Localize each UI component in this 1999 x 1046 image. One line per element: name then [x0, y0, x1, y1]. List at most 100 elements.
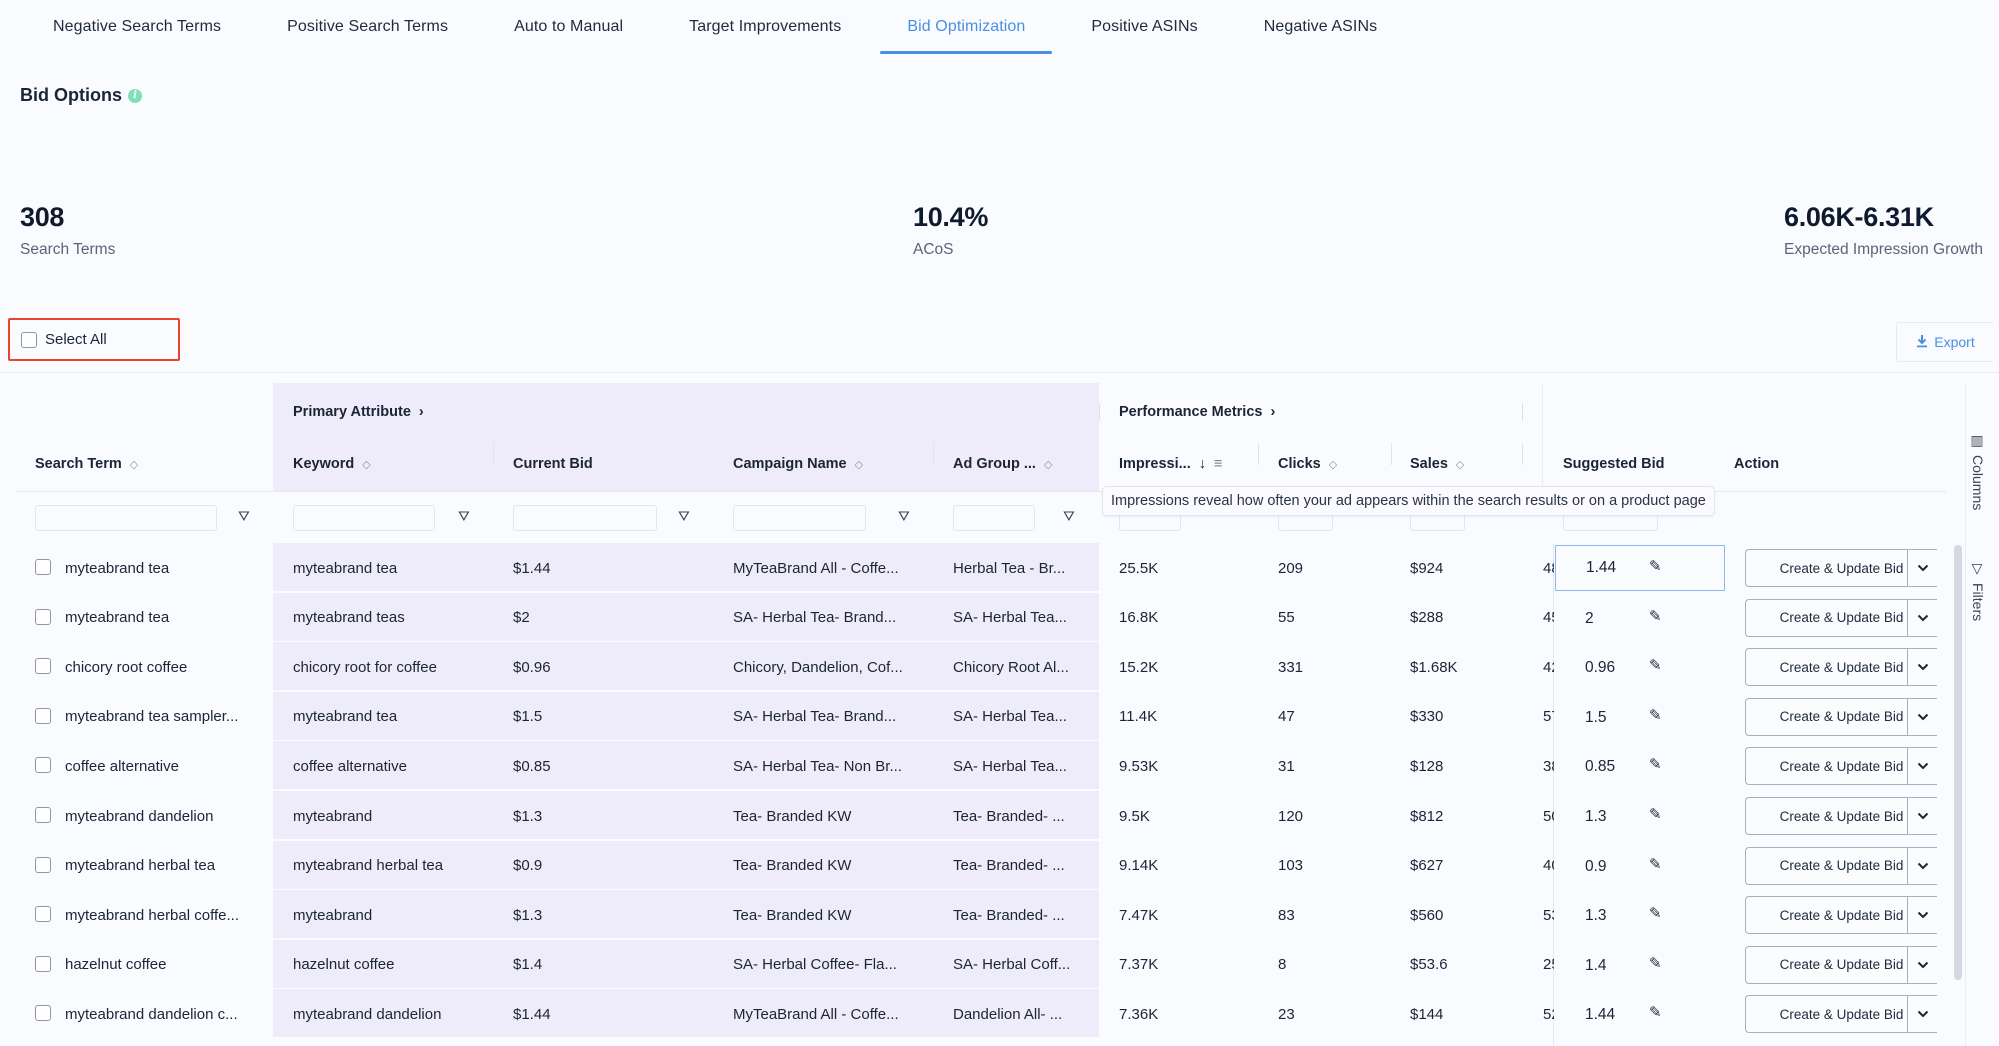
group-primary-attribute[interactable]: Primary Attribute ›	[293, 404, 424, 420]
vertical-scrollbar[interactable]	[1954, 545, 1962, 980]
checkbox-icon[interactable]	[21, 331, 37, 348]
tab-negative-asins[interactable]: Negative ASINs	[1237, 0, 1404, 54]
column-divider[interactable]	[1258, 443, 1259, 465]
tab-positive-search-terms[interactable]: Positive Search Terms	[260, 0, 475, 54]
row-checkbox[interactable]	[35, 658, 51, 675]
filter-input-current-bid[interactable]	[513, 505, 657, 531]
edit-pencil-icon[interactable]: ✎	[1649, 755, 1662, 773]
action-dropdown-button[interactable]	[1907, 697, 1937, 736]
edit-pencil-icon[interactable]: ✎	[1649, 904, 1662, 922]
columns-panel-toggle[interactable]: ▥ Columns	[1970, 433, 1986, 510]
cell-search-term: myteabrand herbal coffe...	[65, 906, 239, 924]
action-dropdown-button[interactable]	[1907, 598, 1937, 637]
header-impressions[interactable]: Impressi... ↓ ≡	[1119, 456, 1222, 472]
header-search-term[interactable]: Search Term ◇	[35, 456, 138, 472]
filter-icon[interactable]: ⛛	[898, 508, 910, 525]
edit-pencil-icon[interactable]: ✎	[1649, 805, 1662, 823]
action-dropdown-button[interactable]	[1907, 846, 1937, 885]
column-divider[interactable]	[933, 443, 934, 465]
suggested-bid-input[interactable]: 0.85	[1555, 744, 1725, 790]
column-divider[interactable]	[1391, 443, 1392, 465]
header-sales[interactable]: Sales ◇	[1410, 456, 1464, 472]
action-dropdown-button[interactable]	[1907, 896, 1937, 935]
suggested-bid-input[interactable]: 1.4	[1555, 943, 1725, 989]
suggested-bid-input[interactable]: 0.96	[1555, 645, 1725, 691]
row-checkbox[interactable]	[35, 1005, 51, 1022]
tab-target-improvements[interactable]: Target Improvements	[662, 0, 868, 54]
sort-icon[interactable]: ◇	[1044, 458, 1052, 471]
header-clicks[interactable]: Clicks ◇	[1278, 456, 1337, 472]
cell-sales: $560	[1410, 906, 1444, 924]
info-icon[interactable]: i	[128, 88, 142, 103]
action-dropdown-button[interactable]	[1907, 945, 1937, 984]
group-performance-metrics[interactable]: Performance Metrics ›	[1119, 404, 1275, 420]
sort-icon[interactable]: ◇	[855, 458, 863, 471]
suggested-bid-input[interactable]: 1.44	[1555, 992, 1725, 1038]
sort-desc-icon[interactable]: ↓	[1199, 456, 1206, 472]
select-all-checkbox[interactable]: Select All	[8, 318, 180, 361]
tab-auto-to-manual[interactable]: Auto to Manual	[487, 0, 650, 54]
action-dropdown-button[interactable]	[1907, 549, 1937, 587]
header-ad-group[interactable]: Ad Group ... ◇	[953, 456, 1052, 472]
column-divider[interactable]	[493, 443, 494, 465]
header-label: Current Bid	[513, 456, 593, 472]
cell-current-bid: $1.5	[513, 708, 543, 726]
filter-input-search-term[interactable]	[35, 505, 217, 531]
suggested-bid-input[interactable]: 0.9	[1555, 844, 1725, 890]
edit-pencil-icon[interactable]: ✎	[1649, 706, 1662, 724]
edit-pencil-icon[interactable]: ✎	[1649, 557, 1662, 575]
cell-campaign-name: Tea- Branded KW	[733, 807, 852, 825]
row-checkbox[interactable]	[35, 906, 51, 923]
header-keyword[interactable]: Keyword ◇	[293, 456, 371, 472]
filter-icon[interactable]: ⛛	[1063, 508, 1075, 525]
row-checkbox[interactable]	[35, 807, 51, 823]
sort-icon[interactable]: ◇	[362, 458, 370, 471]
edit-pencil-icon[interactable]: ✎	[1649, 607, 1662, 625]
sort-icon[interactable]: ◇	[130, 458, 138, 471]
action-dropdown-button[interactable]	[1907, 747, 1937, 786]
action-dropdown-button[interactable]	[1907, 648, 1937, 687]
tab-bid-optimization[interactable]: Bid Optimization	[880, 0, 1053, 54]
suggested-bid-input[interactable]: 1.5	[1555, 695, 1725, 741]
sort-icon[interactable]: ◇	[1456, 458, 1464, 471]
sort-icon[interactable]: ◇	[1329, 458, 1337, 471]
cell-impressions: 9.14K	[1119, 857, 1159, 875]
header-campaign-name[interactable]: Campaign Name ◇	[733, 456, 863, 472]
row-checkbox[interactable]	[35, 707, 51, 724]
filter-input-ad-group[interactable]	[953, 505, 1035, 531]
suggested-bid-input[interactable]: 2	[1555, 596, 1725, 642]
filter-icon[interactable]: ⛛	[678, 508, 690, 525]
menu-icon[interactable]: ≡	[1214, 456, 1222, 472]
filter-icon[interactable]: ⛛	[238, 508, 250, 525]
cell-search-term: hazelnut coffee	[65, 956, 167, 974]
edit-pencil-icon[interactable]: ✎	[1649, 656, 1662, 674]
tab-positive-asins[interactable]: Positive ASINs	[1064, 0, 1224, 54]
row-checkbox[interactable]	[35, 856, 51, 873]
row-checkbox[interactable]	[35, 955, 51, 972]
column-divider[interactable]	[1522, 443, 1523, 465]
cell-current-bid: $1.3	[513, 906, 543, 924]
edit-pencil-icon[interactable]: ✎	[1649, 954, 1662, 972]
filters-panel-toggle[interactable]: ▽ Filters	[1970, 561, 1986, 621]
edit-pencil-icon[interactable]: ✎	[1649, 855, 1662, 873]
action-dropdown-button[interactable]	[1907, 995, 1937, 1034]
suggested-bid-input[interactable]: 1.3	[1555, 893, 1725, 939]
filter-icon[interactable]: ⛛	[458, 508, 470, 525]
row-checkbox[interactable]	[35, 757, 51, 774]
filter-input-keyword[interactable]	[293, 505, 435, 531]
row-checkbox[interactable]	[35, 608, 51, 625]
row-checkbox[interactable]	[35, 559, 51, 575]
cell-campaign-name: SA- Herbal Tea- Non Br...	[733, 757, 902, 775]
tab-negative-search-terms[interactable]: Negative Search Terms	[26, 0, 248, 54]
header-current-bid[interactable]: Current Bid	[513, 456, 593, 472]
suggested-bid-input[interactable]: 1.44	[1555, 545, 1725, 591]
cell-ad-group: SA- Herbal Tea...	[953, 757, 1067, 775]
export-button[interactable]: Export	[1896, 322, 1994, 362]
kpi-label: Expected Impression Growth	[1784, 241, 1984, 258]
edit-pencil-icon[interactable]: ✎	[1649, 1003, 1662, 1021]
action-dropdown-button[interactable]	[1907, 797, 1937, 835]
filter-input-campaign-name[interactable]	[733, 505, 866, 531]
table-row: myteabrand herbal tea myteabrand herbal t…	[0, 840, 1999, 891]
header-suggested-bid[interactable]: Suggested Bid	[1563, 456, 1665, 472]
suggested-bid-input[interactable]: 1.3	[1555, 794, 1725, 840]
